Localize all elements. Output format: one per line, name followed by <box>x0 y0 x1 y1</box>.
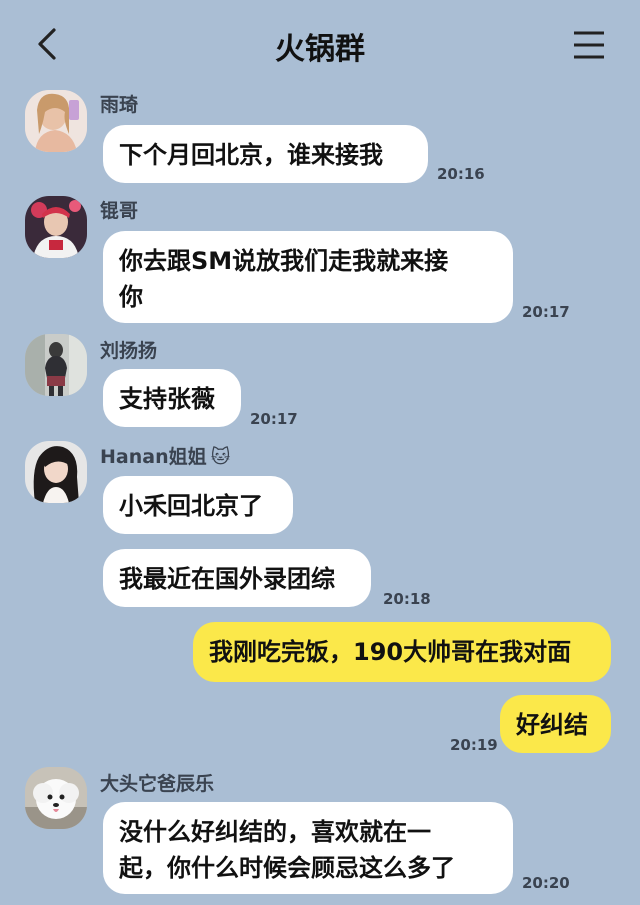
message-time: 20:19 <box>450 736 498 754</box>
avatar-yuqi[interactable] <box>25 90 87 152</box>
chat-header: 火锅群 <box>0 0 640 88</box>
message-text: 下个月回北京，谁来接我 <box>119 141 383 169</box>
message-text: 小禾回北京了 <box>119 492 263 520</box>
message-bubble[interactable]: 你去跟SM说放我们走我就来接 你 <box>103 231 513 323</box>
cat-emoji-icon: 🐱 <box>210 446 231 468</box>
sender-name-text: Hanan姐姐 <box>100 446 207 468</box>
chat-title: 火锅群 <box>275 32 365 67</box>
avatar-liuyangyang[interactable] <box>25 334 87 396</box>
avatar-kunge[interactable] <box>25 196 87 258</box>
message-bubble[interactable]: 下个月回北京，谁来接我 <box>103 125 428 183</box>
avatar-hanan[interactable] <box>25 441 87 503</box>
message-text-line: 你去跟SM说放我们走我就来接 <box>119 247 449 275</box>
message-text-line: 起，你什么时候会顾忌这么多了 <box>119 854 455 882</box>
own-message-bubble[interactable]: 我刚吃完饭，190大帅哥在我对面 <box>193 622 611 682</box>
message-time: 20:17 <box>522 303 570 321</box>
message-text: 好纠结 <box>516 711 588 739</box>
avatar-chenle[interactable] <box>25 767 87 829</box>
sender-name: Hanan姐姐 🐱 <box>100 442 230 469</box>
message-text-line: 你 <box>119 283 143 311</box>
hamburger-menu-icon <box>574 31 604 59</box>
sender-name: 锟哥 <box>100 200 139 222</box>
message-text: 支持张薇 <box>119 385 215 413</box>
message-time: 20:18 <box>383 590 431 608</box>
own-message-bubble[interactable]: 好纠结 <box>500 695 611 753</box>
message-bubble[interactable]: 没什么好纠结的，喜欢就在一 起，你什么时候会顾忌这么多了 <box>103 802 513 894</box>
sender-name: 刘扬扬 <box>100 340 158 362</box>
message-time: 20:20 <box>522 874 570 892</box>
message-time: 20:17 <box>250 410 298 428</box>
message-time: 20:16 <box>437 165 485 183</box>
message-text-line: 没什么好纠结的，喜欢就在一 <box>119 818 431 846</box>
message-bubble[interactable]: 支持张薇 <box>103 369 241 427</box>
message-text: 我刚吃完饭，190大帅哥在我对面 <box>209 638 572 666</box>
sender-name: 雨琦 <box>100 94 139 116</box>
menu-button[interactable] <box>571 30 607 60</box>
message-bubble[interactable]: 我最近在国外录团综 <box>103 549 371 607</box>
message-bubble[interactable]: 小禾回北京了 <box>103 476 293 534</box>
sender-name: 大头它爸辰乐 <box>100 773 215 795</box>
message-text: 我最近在国外录团综 <box>119 565 335 593</box>
